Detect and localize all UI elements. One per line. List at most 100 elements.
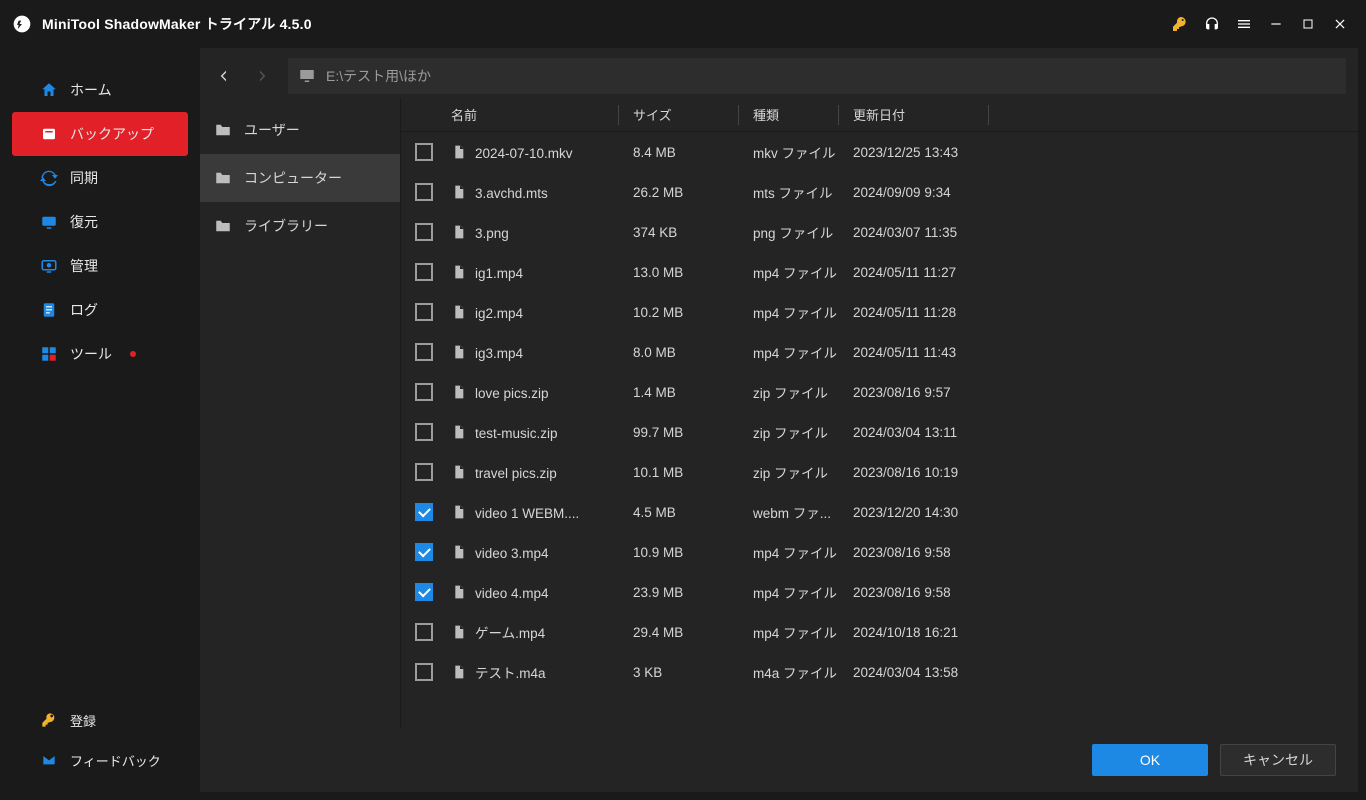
file-checkbox[interactable] [415, 423, 433, 441]
file-list[interactable]: 2024-07-10.mkv8.4 MBmkv ファイル2023/12/25 1… [401, 132, 1358, 728]
file-size: 13.0 MB [619, 265, 739, 280]
forward-button[interactable] [250, 64, 274, 88]
file-type: mp4 ファイル [739, 622, 839, 642]
file-row[interactable]: ゲーム.mp429.4 MBmp4 ファイル2024/10/18 16:21 [401, 612, 1358, 652]
file-date: 2023/08/16 10:19 [839, 465, 989, 480]
sidebar-item-label: 管理 [70, 256, 98, 276]
minimize-button[interactable] [1260, 8, 1292, 40]
file-name: ig2.mp4 [475, 306, 523, 321]
file-icon [451, 664, 467, 680]
file-icon [451, 224, 467, 240]
tree-item-label: ライブラリー [244, 216, 328, 236]
header-size[interactable]: サイズ [619, 105, 739, 125]
file-date: 2024/03/04 13:58 [839, 665, 989, 680]
file-name: 2024-07-10.mkv [475, 146, 573, 161]
file-checkbox[interactable] [415, 543, 433, 561]
file-checkbox[interactable] [415, 583, 433, 601]
file-name: 3.avchd.mts [475, 186, 548, 201]
file-row[interactable]: ig1.mp413.0 MBmp4 ファイル2024/05/11 11:27 [401, 252, 1358, 292]
app-title: MiniTool ShadowMaker トライアル 4.5.0 [42, 14, 312, 34]
monitor-icon [298, 67, 316, 85]
cancel-button[interactable]: キャンセル [1220, 744, 1336, 776]
file-panel: 名前 サイズ 種類 更新日付 2024-07-10.mkv8.4 MBmkv フ… [400, 98, 1358, 728]
tree-item-label: ユーザー [244, 120, 300, 140]
file-type: mp4 ファイル [739, 542, 839, 562]
file-checkbox[interactable] [415, 143, 433, 161]
sidebar-footer-feedback[interactable]: フィードバック [0, 740, 200, 780]
tree-item[interactable]: コンピューター [200, 154, 400, 202]
path-input[interactable]: E:\テスト用\ほか [288, 58, 1346, 94]
file-name: 3.png [475, 226, 509, 241]
file-date: 2023/12/20 14:30 [839, 505, 989, 520]
header-date[interactable]: 更新日付 [839, 105, 989, 125]
file-type: mp4 ファイル [739, 262, 839, 282]
file-name: test-music.zip [475, 426, 558, 441]
file-row[interactable]: video 1 WEBM....4.5 MBwebm ファ...2023/12/… [401, 492, 1358, 532]
sidebar-item-label: バックアップ [70, 124, 154, 144]
ok-button[interactable]: OK [1092, 744, 1208, 776]
file-date: 2024/09/09 9:34 [839, 185, 989, 200]
maximize-button[interactable] [1292, 8, 1324, 40]
feedback-icon [40, 751, 58, 769]
file-icon [451, 424, 467, 440]
file-icon [451, 304, 467, 320]
file-row[interactable]: 2024-07-10.mkv8.4 MBmkv ファイル2023/12/25 1… [401, 132, 1358, 172]
headphones-icon[interactable] [1196, 8, 1228, 40]
file-row[interactable]: テスト.m4a3 KBm4a ファイル2024/03/04 13:58 [401, 652, 1358, 692]
file-checkbox[interactable] [415, 303, 433, 321]
file-date: 2024/03/04 13:11 [839, 425, 989, 440]
file-checkbox[interactable] [415, 463, 433, 481]
file-name: travel pics.zip [475, 466, 557, 481]
file-row[interactable]: 3.png374 KBpng ファイル2024/03/07 11:35 [401, 212, 1358, 252]
sidebar-item-tools[interactable]: ツール [0, 332, 200, 376]
file-checkbox[interactable] [415, 383, 433, 401]
file-icon [451, 584, 467, 600]
backup-icon [40, 125, 58, 143]
close-button[interactable] [1324, 8, 1356, 40]
license-key-icon[interactable] [1164, 8, 1196, 40]
file-row[interactable]: travel pics.zip10.1 MBzip ファイル2023/08/16… [401, 452, 1358, 492]
file-name: ig1.mp4 [475, 266, 523, 281]
tree-item[interactable]: ユーザー [200, 106, 400, 154]
menu-icon[interactable] [1228, 8, 1260, 40]
sidebar-item-backup[interactable]: バックアップ [12, 112, 188, 156]
file-checkbox[interactable] [415, 183, 433, 201]
file-row[interactable]: love pics.zip1.4 MBzip ファイル2023/08/16 9:… [401, 372, 1358, 412]
sidebar-item-restore[interactable]: 復元 [0, 200, 200, 244]
file-size: 1.4 MB [619, 385, 739, 400]
file-icon [451, 384, 467, 400]
file-row[interactable]: video 4.mp423.9 MBmp4 ファイル2023/08/16 9:5… [401, 572, 1358, 612]
file-name: ゲーム.mp4 [475, 626, 545, 641]
file-row[interactable]: 3.avchd.mts26.2 MBmts ファイル2024/09/09 9:3… [401, 172, 1358, 212]
tools-icon [40, 345, 58, 363]
file-checkbox[interactable] [415, 343, 433, 361]
file-row[interactable]: ig2.mp410.2 MBmp4 ファイル2024/05/11 11:28 [401, 292, 1358, 332]
file-type: zip ファイル [739, 462, 839, 482]
file-checkbox[interactable] [415, 263, 433, 281]
file-checkbox[interactable] [415, 503, 433, 521]
sidebar-item-home[interactable]: ホーム [0, 68, 200, 112]
header-name[interactable]: 名前 [437, 105, 619, 125]
tree-item[interactable]: ライブラリー [200, 202, 400, 250]
sidebar-item-label: 復元 [70, 212, 98, 232]
sidebar-item-sync[interactable]: 同期 [0, 156, 200, 200]
header-type[interactable]: 種類 [739, 105, 839, 125]
file-type: zip ファイル [739, 422, 839, 442]
file-checkbox[interactable] [415, 663, 433, 681]
file-row[interactable]: test-music.zip99.7 MBzip ファイル2024/03/04 … [401, 412, 1358, 452]
sidebar-footer-key[interactable]: 登録 [0, 700, 200, 740]
file-checkbox[interactable] [415, 623, 433, 641]
file-name: video 3.mp4 [475, 546, 549, 561]
new-dot [130, 351, 136, 357]
file-type: mp4 ファイル [739, 342, 839, 362]
log-icon [40, 301, 58, 319]
sync-icon [40, 169, 58, 187]
sidebar-item-log[interactable]: ログ [0, 288, 200, 332]
file-row[interactable]: ig3.mp48.0 MBmp4 ファイル2024/05/11 11:43 [401, 332, 1358, 372]
file-type: webm ファ... [739, 502, 839, 522]
file-row[interactable]: video 3.mp410.9 MBmp4 ファイル2023/08/16 9:5… [401, 532, 1358, 572]
back-button[interactable] [212, 64, 236, 88]
file-size: 26.2 MB [619, 185, 739, 200]
sidebar-item-manage[interactable]: 管理 [0, 244, 200, 288]
file-checkbox[interactable] [415, 223, 433, 241]
